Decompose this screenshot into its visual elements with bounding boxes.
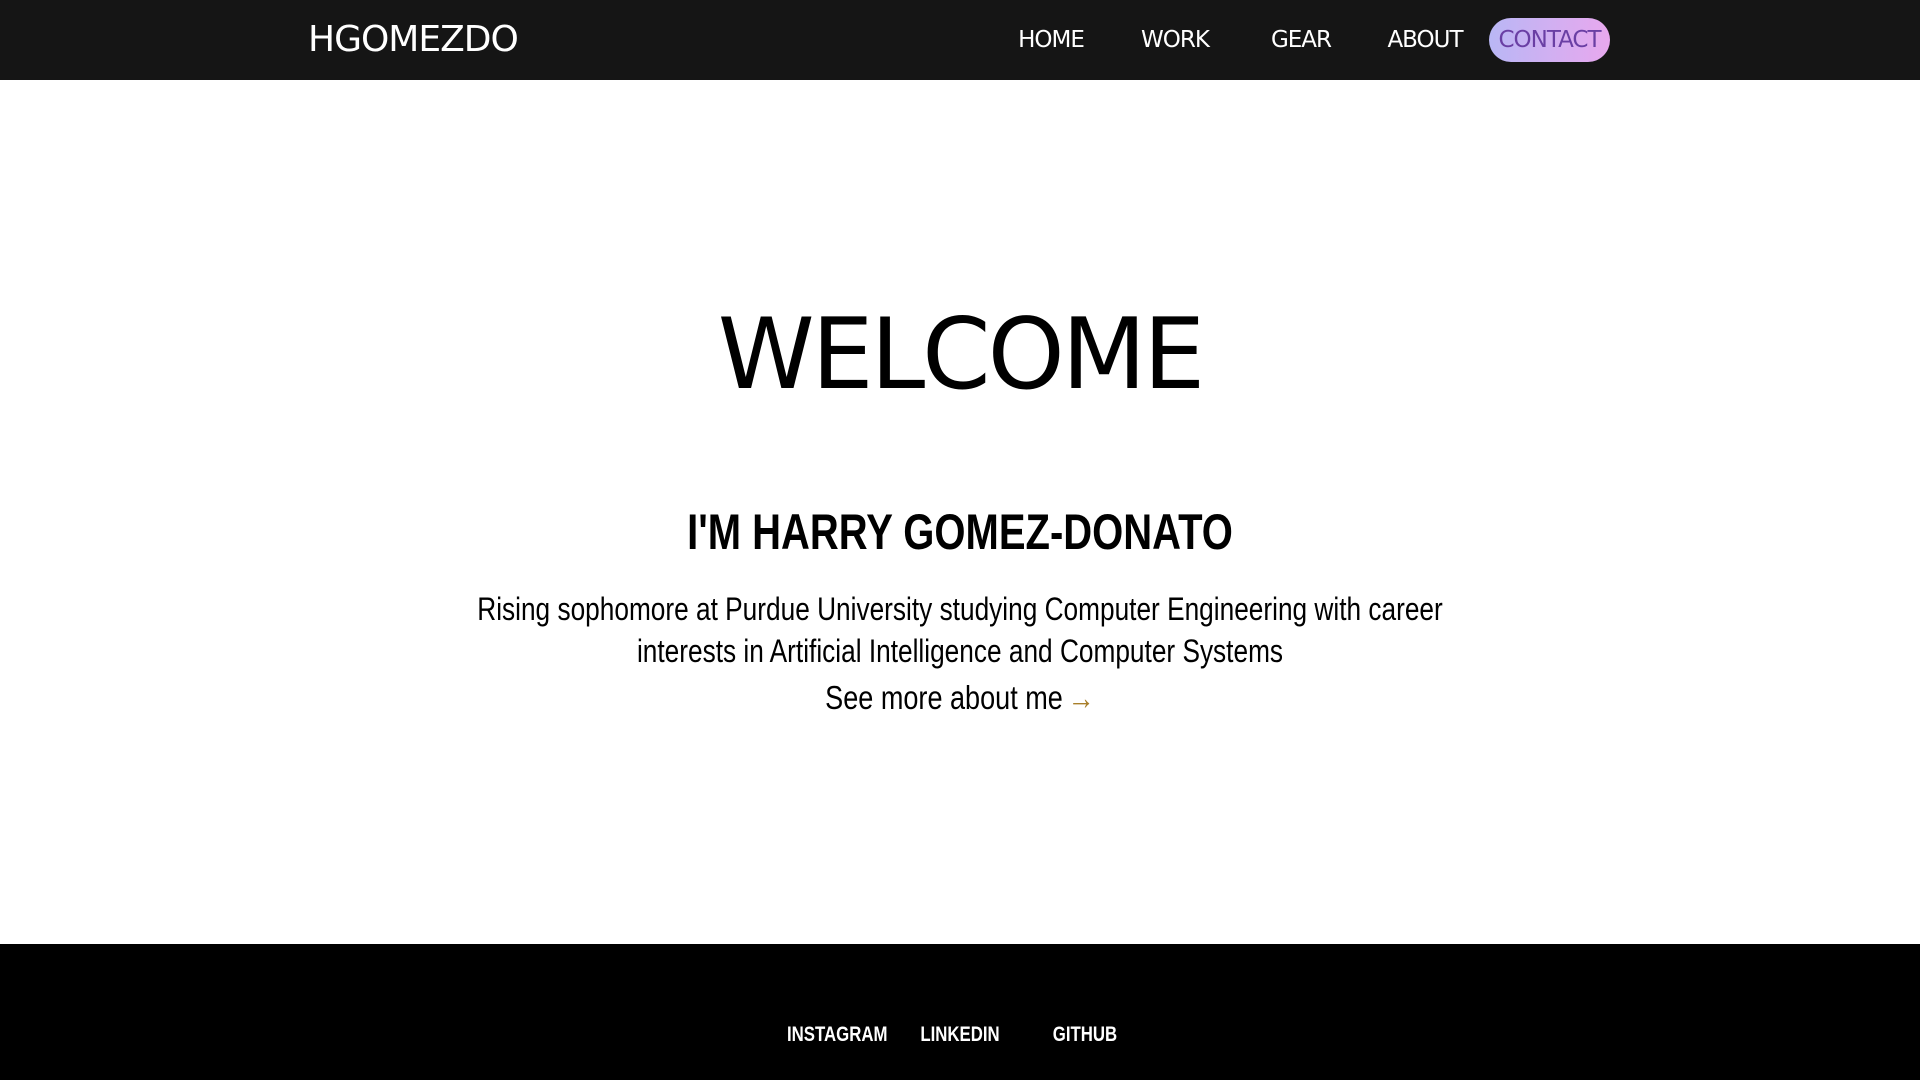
bio-text: Rising sophomore at Purdue University st… <box>468 588 1452 672</box>
footer-instagram-link[interactable]: INSTAGRAM <box>787 1020 883 1050</box>
nav-gear-link[interactable]: GEAR <box>1260 18 1342 62</box>
footer-linkedin-link[interactable]: LINKEDIN <box>912 1020 1008 1050</box>
main-nav: HOME WORK GEAR ABOUT CONTACT <box>0 18 1920 62</box>
arrow-right-icon: → <box>1068 679 1095 716</box>
see-more-about-link[interactable]: See more about me→ <box>173 677 1747 719</box>
nav-contact-button[interactable]: CONTACT <box>1489 18 1610 62</box>
name-heading: I'M HARRY GOMEZ-DONATO <box>192 499 1728 565</box>
welcome-heading: WELCOME <box>0 295 1920 415</box>
hero-section: WELCOME I'M HARRY GOMEZ-DONATO Rising so… <box>0 80 1920 944</box>
footer-github-link[interactable]: GITHUB <box>1037 1020 1133 1050</box>
see-more-label: See more about me <box>825 679 1063 716</box>
nav-work-link[interactable]: WORK <box>1134 18 1216 62</box>
nav-home-link[interactable]: HOME <box>1010 18 1092 62</box>
footer: INSTAGRAM LINKEDIN GITHUB <box>0 944 1920 1080</box>
top-navbar: HGOMEZDO HOME WORK GEAR ABOUT CONTACT <box>0 0 1920 80</box>
nav-about-link[interactable]: ABOUT <box>1384 18 1466 62</box>
